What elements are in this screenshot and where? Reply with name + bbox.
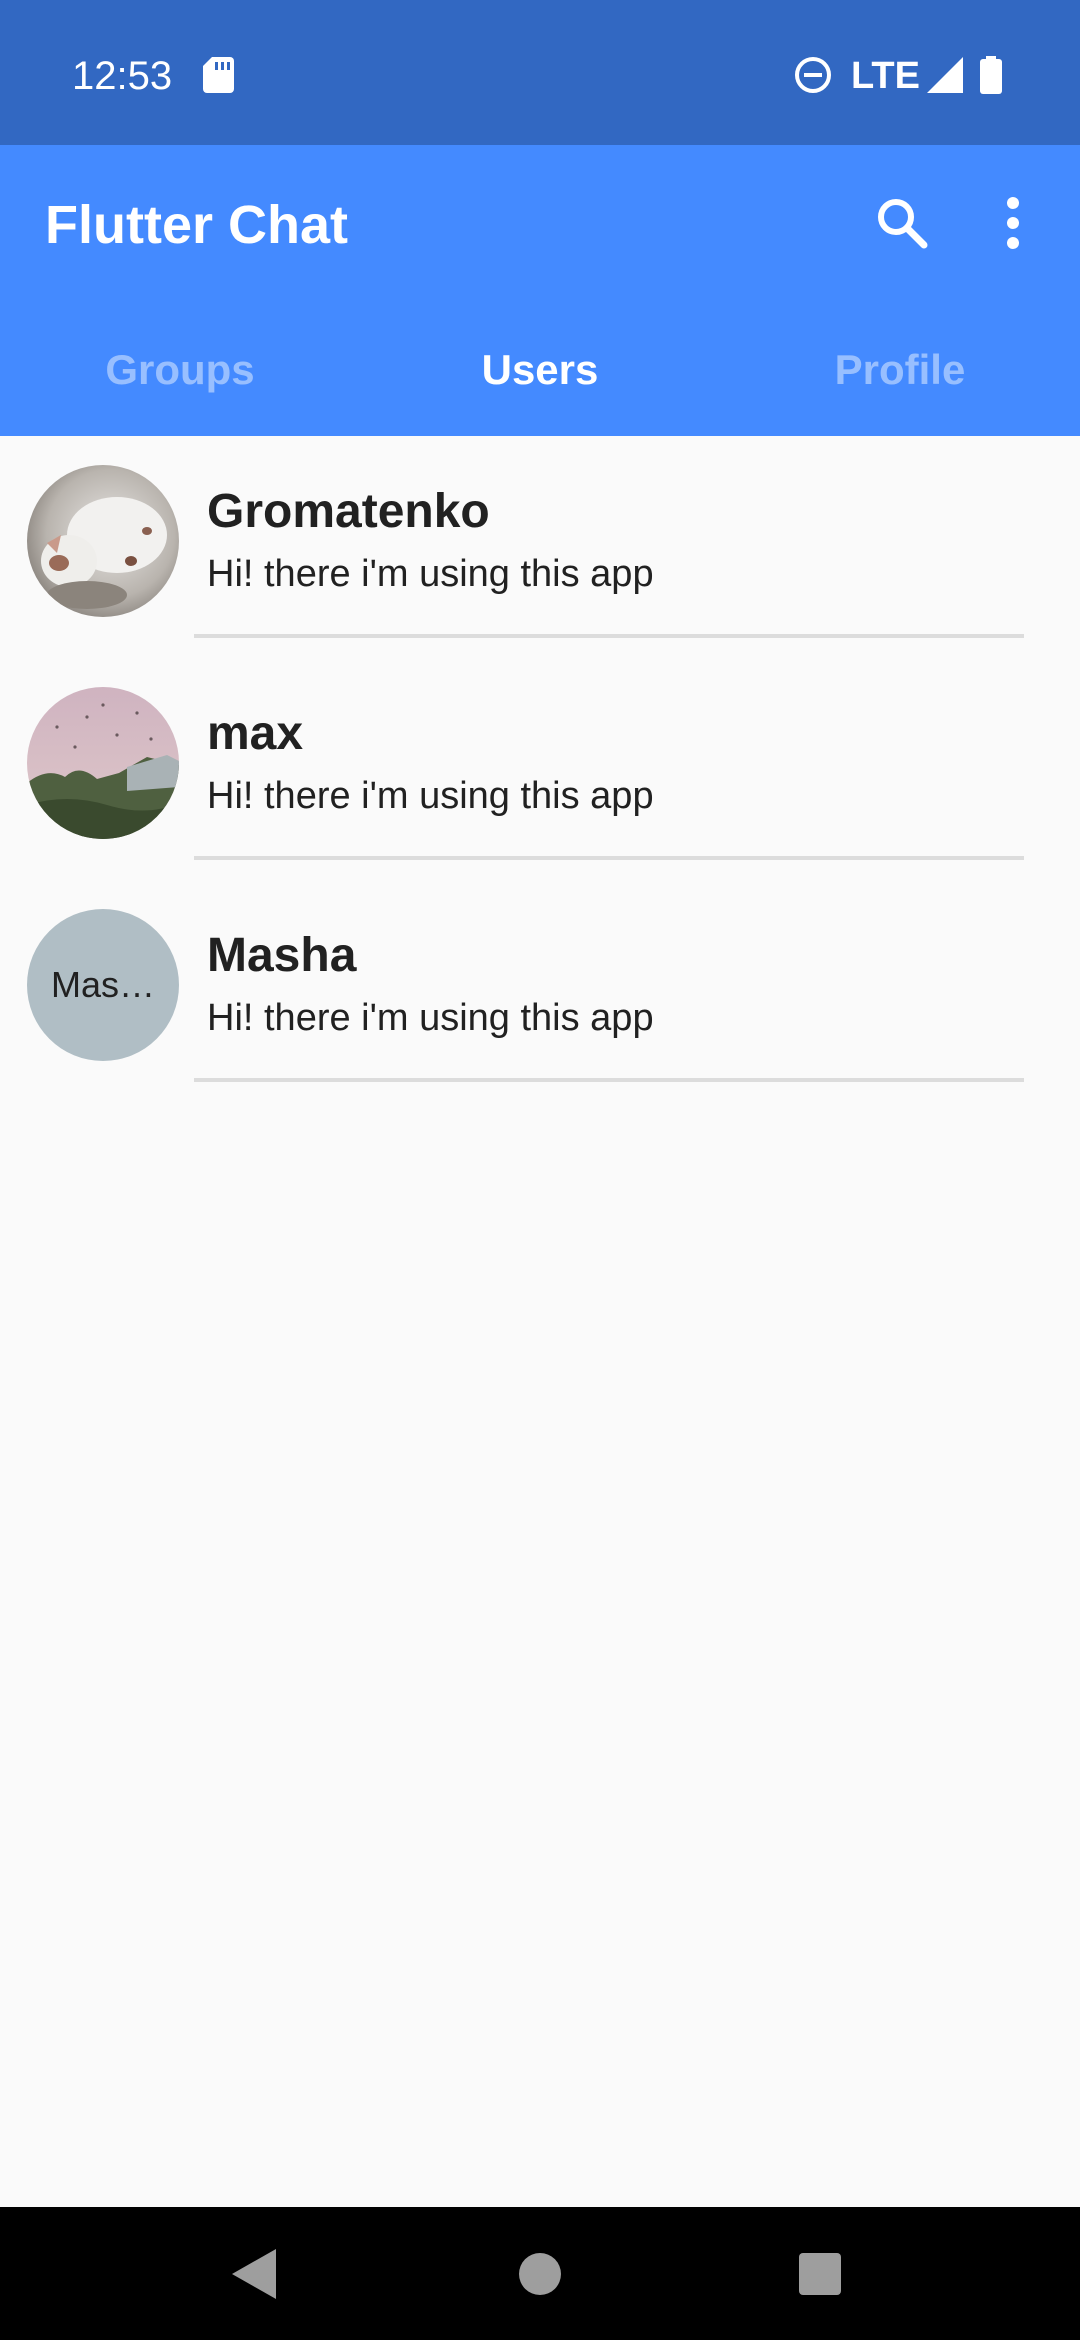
divider: [194, 1078, 1024, 1082]
user-name: Gromatenko: [207, 485, 490, 538]
avatar: [27, 465, 179, 617]
list-item[interactable]: Mas… Masha Hi! there i'm using this app: [0, 880, 1080, 1102]
cat-photo-icon: [27, 465, 179, 617]
user-name: max: [207, 707, 304, 760]
back-icon[interactable]: [232, 2249, 276, 2299]
tab-bar: Groups Users Profile: [0, 325, 1080, 436]
avatar: Mas…: [27, 909, 179, 1061]
tab-profile[interactable]: Profile: [720, 325, 1080, 436]
avatar-initials: Mas…: [27, 909, 179, 1061]
recents-icon[interactable]: [799, 2253, 841, 2295]
status-time: 12:53: [72, 54, 173, 98]
avatar: [27, 687, 179, 839]
network-type: LTE: [851, 55, 920, 97]
do-not-disturb-icon: [795, 57, 831, 93]
user-list: Gromatenko Hi! there i'm using this app: [0, 436, 1080, 1102]
divider: [194, 634, 1024, 638]
more-vert-icon[interactable]: [990, 191, 1036, 255]
user-status: Hi! there i'm using this app: [207, 553, 654, 595]
tab-users[interactable]: Users: [360, 325, 720, 436]
home-icon[interactable]: [518, 2252, 562, 2296]
user-status: Hi! there i'm using this app: [207, 997, 654, 1039]
signal-icon: [927, 57, 963, 93]
battery-icon: [980, 56, 1002, 94]
sd-card-icon: [203, 57, 234, 93]
tab-groups[interactable]: Groups: [0, 325, 360, 436]
user-status: Hi! there i'm using this app: [207, 775, 654, 817]
user-name: Masha: [207, 929, 357, 982]
landscape-photo-icon: [27, 687, 179, 839]
search-icon[interactable]: [870, 191, 934, 255]
app-title: Flutter Chat: [45, 195, 348, 255]
app-bar: Flutter Chat Groups Users Profile: [0, 145, 1080, 436]
status-bar: 12:53 LTE: [0, 0, 1080, 145]
divider: [194, 856, 1024, 860]
list-item[interactable]: max Hi! there i'm using this app: [0, 658, 1080, 880]
list-item[interactable]: Gromatenko Hi! there i'm using this app: [0, 436, 1080, 658]
navigation-bar: [0, 2207, 1080, 2340]
